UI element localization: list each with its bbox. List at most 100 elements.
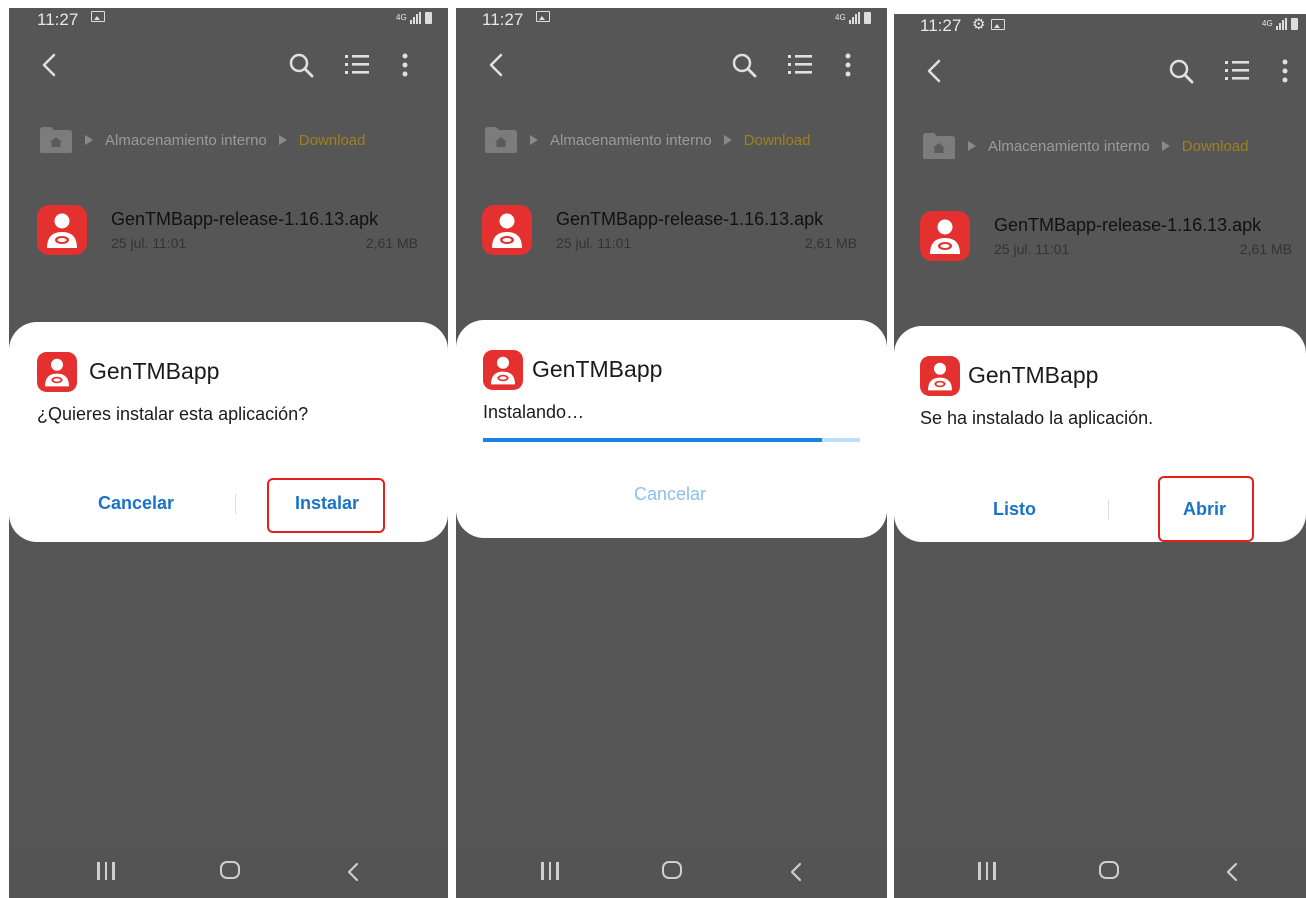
navigation-bar [456,848,887,898]
search-icon[interactable] [1166,56,1196,86]
file-size: 2,61 MB [365,235,418,251]
cancel-button[interactable]: Cancelar [98,493,174,514]
back-icon[interactable] [343,862,363,882]
breadcrumb-root[interactable]: Almacenamiento interno [550,132,712,149]
list-view-icon[interactable] [1222,56,1252,86]
breadcrumb-root[interactable]: Almacenamiento interno [988,138,1150,155]
button-divider [235,494,236,514]
installing-dialog: GenTMBapp Instalando… Cancelar [456,320,887,538]
button-divider [1108,500,1109,520]
dialog-title: GenTMBapp [89,358,220,384]
home-folder-icon[interactable] [922,132,956,160]
gentmbapp-icon [483,350,523,390]
gallery-notification-icon [991,19,1006,30]
search-icon[interactable] [286,50,316,80]
file-size: 2,61 MB [804,235,857,251]
dialog-title: GenTMBapp [968,362,1099,388]
gentmbapp-icon [37,205,87,255]
breadcrumb: Almacenamiento interno Download [39,126,365,154]
screen-installing: 11:27 4G Almacenamiento interno Download… [456,8,887,898]
screen-installed: 11:27 ⚙ 4G Almacenamiento interno Downlo… [894,14,1306,898]
back-icon[interactable] [1222,862,1242,882]
status-bar: 11:27 4G [9,8,448,32]
home-icon[interactable] [1099,861,1119,879]
more-vert-icon[interactable] [390,50,420,80]
status-bar: 11:27 4G [456,8,887,32]
dialog-message: ¿Quieres instalar esta aplicación? [37,404,309,424]
home-icon[interactable] [220,861,240,879]
file-list-item[interactable]: GenTMBapp-release-1.16.13.apk 25 jul. 11… [37,205,418,265]
file-date: 25 jul. 11:01 [994,241,1070,257]
file-size: 2,61 MB [1239,241,1292,257]
file-list-item[interactable]: GenTMBapp-release-1.16.13.apk 25 jul. 11… [482,205,857,265]
search-icon[interactable] [729,50,759,80]
breadcrumb: Almacenamiento interno Download [484,126,810,154]
breadcrumb-arrow-icon [530,135,538,145]
dialog-title: GenTMBapp [532,356,663,382]
gallery-notification-icon [536,11,550,22]
dialog-message: Instalando… [483,402,585,422]
settings-notification-icon: ⚙ [972,16,986,33]
breadcrumb-arrow-icon [1161,141,1170,151]
gentmbapp-icon [482,205,532,255]
more-vert-icon[interactable] [1270,56,1300,86]
toolbar [9,44,448,92]
file-date: 25 jul. 11:01 [556,235,632,251]
file-name: GenTMBapp-release-1.16.13.apk [994,215,1262,235]
screen-install-prompt: 11:27 4G Almacenamiento interno Download… [9,8,448,898]
breadcrumb-arrow-icon [85,135,93,145]
battery-icon [425,12,432,24]
signal-icon [1276,18,1287,30]
installed-dialog: GenTMBapp Se ha instalado la aplicación.… [894,326,1306,542]
signal-icon [849,12,860,24]
file-list-item[interactable]: GenTMBapp-release-1.16.13.apk 25 jul. 11… [920,211,1292,271]
breadcrumb-current[interactable]: Download [1182,138,1249,155]
recents-icon[interactable] [541,862,559,880]
back-icon[interactable] [920,56,950,86]
signal-icon [410,12,421,24]
network-type: 4G [835,13,846,22]
file-name: GenTMBapp-release-1.16.13.apk [556,209,824,229]
status-time: 11:27 [37,10,79,29]
list-view-icon[interactable] [785,50,815,80]
dialog-message: Se ha instalado la aplicación. [920,408,1154,428]
back-icon[interactable] [482,50,512,80]
progress-fill [483,438,823,442]
network-type: 4G [1262,19,1273,28]
breadcrumb-root[interactable]: Almacenamiento interno [105,132,267,149]
home-folder-icon[interactable] [39,126,73,154]
open-button[interactable]: Abrir [1183,499,1226,520]
file-name: GenTMBapp-release-1.16.13.apk [111,209,379,229]
gentmbapp-icon [37,352,77,392]
navigation-bar [894,848,1306,898]
file-date: 25 jul. 11:01 [111,235,187,251]
more-vert-icon[interactable] [833,50,863,80]
install-button[interactable]: Instalar [295,493,359,514]
status-time: 11:27 [920,16,962,35]
breadcrumb-current[interactable]: Download [744,132,811,149]
recents-icon[interactable] [978,862,996,880]
home-folder-icon[interactable] [484,126,518,154]
status-bar: 11:27 ⚙ 4G [894,14,1306,38]
toolbar [894,50,1306,98]
done-button[interactable]: Listo [993,499,1036,520]
battery-icon [864,12,871,24]
status-time: 11:27 [482,10,524,29]
list-view-icon[interactable] [342,50,372,80]
gallery-notification-icon [91,11,105,22]
toolbar [456,44,887,92]
install-dialog: GenTMBapp ¿Quieres instalar esta aplicac… [9,322,448,542]
back-icon[interactable] [786,862,806,882]
install-progress-bar [483,438,860,442]
cancel-button[interactable]: Cancelar [634,484,706,505]
battery-icon [1291,18,1298,30]
gentmbapp-icon [920,356,960,396]
breadcrumb-arrow-icon [968,141,976,151]
navigation-bar [9,848,448,898]
breadcrumb-arrow-icon [723,135,732,145]
breadcrumb-arrow-icon [278,135,287,145]
home-icon[interactable] [662,861,682,879]
back-icon[interactable] [35,50,65,80]
breadcrumb-current[interactable]: Download [299,132,366,149]
recents-icon[interactable] [97,862,115,880]
